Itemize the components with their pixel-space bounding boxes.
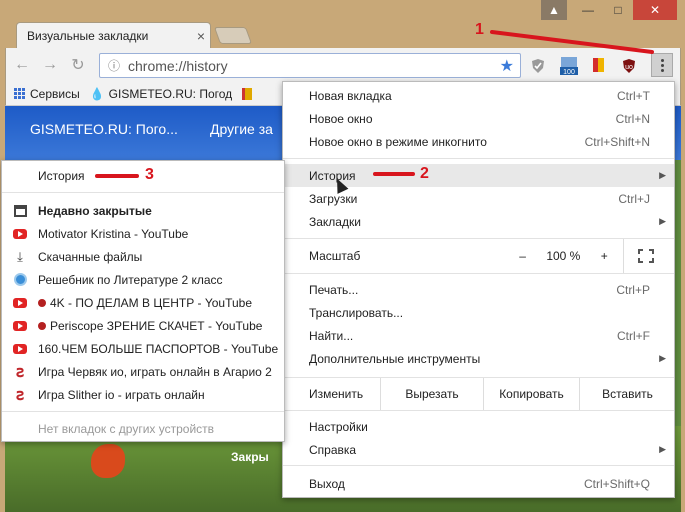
annotation-underline <box>373 172 415 176</box>
menu-item-bookmarks[interactable]: Закладки ▶ <box>283 210 674 233</box>
download-icon: ⤓ <box>17 248 23 264</box>
tab-title: Визуальные закладки <box>27 28 149 43</box>
address-bar[interactable]: ⓘ chrome://history ★ <box>99 53 521 78</box>
zoom-level: 100 % <box>546 249 581 263</box>
zoom-in-button[interactable]: + <box>601 249 608 263</box>
chrome-menu-button[interactable] <box>651 53 673 77</box>
submenu-arrow-icon: ▶ <box>659 444 666 454</box>
bookmark-flag[interactable] <box>242 87 253 100</box>
ublock-extension-icon[interactable]: uo <box>619 56 639 76</box>
menu-divider <box>2 411 284 412</box>
tab-close-icon[interactable]: × <box>192 28 210 44</box>
address-text: chrome://history <box>128 57 228 74</box>
history-list-item[interactable]: Решебник по Литературе 2 класс <box>2 268 284 291</box>
user-profile-icon[interactable]: ▲ <box>541 0 567 20</box>
flag-extension-icon[interactable] <box>589 56 609 76</box>
menu-item-more-tools[interactable]: Дополнительные инструменты ▶ <box>283 347 674 370</box>
cut-button[interactable]: Вырезать <box>380 378 483 410</box>
grid-extension-icon[interactable]: 100 <box>559 56 579 76</box>
closed-tabs-label: Закры <box>231 450 269 464</box>
history-list-item[interactable]: ⤓ Скачанные файлы <box>2 245 284 268</box>
forward-arrow-icon[interactable]: → <box>38 53 62 77</box>
bookmark-label: GISMETEO.RU: Погод <box>108 86 233 101</box>
page-info-icon[interactable]: ⓘ <box>106 58 122 74</box>
globe-icon <box>12 272 28 288</box>
browser-tab[interactable]: Визуальные закладки × <box>16 22 211 48</box>
menu-divider <box>283 158 674 159</box>
bookmark-star-icon[interactable]: ★ <box>500 56 514 76</box>
menu-item-new-tab[interactable]: Новая вкладка Ctrl+T <box>283 84 674 107</box>
history-list-item[interactable]: Motivator Kristina - YouTube <box>2 222 284 245</box>
menu-item-cast[interactable]: Транслировать... <box>283 301 674 324</box>
svg-text:uo: uo <box>625 64 633 71</box>
apps-icon <box>14 87 26 100</box>
fullscreen-button[interactable] <box>623 239 667 273</box>
menu-item-print[interactable]: Печать... Ctrl+P <box>283 278 674 301</box>
annotation-number-3: 3 <box>145 166 154 183</box>
annotation-number-2: 2 <box>420 165 429 182</box>
youtube-icon <box>12 341 28 357</box>
history-open-item[interactable]: История <box>2 164 284 187</box>
record-dot-icon <box>38 322 46 331</box>
menu-item-find[interactable]: Найти... Ctrl+F <box>283 324 674 347</box>
annotation-number-1: 1 <box>475 21 484 38</box>
banner-title[interactable]: GISMETEO.RU: Пого... <box>30 121 178 137</box>
history-list-item[interactable]: 160.ЧЕМ БОЛЬШЕ ПАСПОРТОВ - YouTube <box>2 337 284 360</box>
menu-item-settings[interactable]: Настройки <box>283 415 674 438</box>
browser-window: ▲ — □ ✕ Визуальные закладки × ← → ↻ ⓘ ch… <box>0 0 685 512</box>
youtube-icon <box>12 318 28 334</box>
zoom-controls: – 100 % + <box>509 239 618 273</box>
menu-item-exit[interactable]: Выход Ctrl+Shift+Q <box>283 472 674 495</box>
svg-text:100: 100 <box>563 69 575 76</box>
flag-icon <box>242 87 253 100</box>
bookmark-services[interactable]: Сервисы <box>14 87 80 101</box>
menu-edit-row: Изменить Вырезать Копировать Вставить <box>283 377 674 411</box>
submenu-arrow-icon: ▶ <box>659 353 666 363</box>
slither-icon: ꙅ <box>15 363 25 381</box>
maximize-button[interactable]: □ <box>603 0 633 20</box>
closed-tabs-icon <box>12 203 28 219</box>
menu-zoom-row: Масштаб – 100 % + <box>283 239 674 273</box>
bookmark-gismeteo[interactable]: 💧 GISMETEO.RU: Погод <box>90 87 232 101</box>
paste-button[interactable]: Вставить <box>579 378 675 410</box>
history-submenu: История Недавно закрытые Motivator Krist… <box>1 160 285 442</box>
submenu-arrow-icon: ▶ <box>659 170 666 180</box>
flower-image <box>91 444 125 478</box>
fullscreen-icon <box>637 249 654 263</box>
copy-button[interactable]: Копировать <box>483 378 579 410</box>
history-list-item[interactable]: ꙅ Игра Червяк ио, играть онлайн в Агарио… <box>2 360 284 383</box>
slither-icon: ꙅ <box>15 386 25 404</box>
annotation-underline <box>95 174 139 178</box>
drop-icon: 💧 <box>89 86 105 101</box>
window-controls: ▲ — □ ✕ <box>541 0 677 22</box>
bookmark-label: Сервисы <box>30 86 80 101</box>
no-tabs-message: Нет вкладок с других устройств <box>38 421 215 436</box>
annotation-arrow-line <box>490 30 654 54</box>
menu-divider <box>2 192 284 193</box>
menu-divider <box>283 465 674 466</box>
menu-item-new-window[interactable]: Новое окно Ctrl+N <box>283 107 674 130</box>
youtube-icon <box>12 295 28 311</box>
menu-item-help[interactable]: Справка ▶ <box>283 438 674 461</box>
reload-icon[interactable]: ↻ <box>66 53 90 77</box>
submenu-arrow-icon: ▶ <box>659 216 666 226</box>
record-dot-icon <box>38 299 46 308</box>
recently-closed-heading: Недавно закрытые <box>2 199 284 222</box>
youtube-icon <box>12 226 28 242</box>
menu-divider <box>283 273 674 274</box>
minimize-button[interactable]: — <box>573 0 603 20</box>
close-window-button[interactable]: ✕ <box>633 0 677 20</box>
banner-other[interactable]: Другие за <box>210 121 273 137</box>
back-arrow-icon[interactable]: ← <box>10 53 34 77</box>
edit-label: Изменить <box>309 387 364 401</box>
shield-extension-icon[interactable] <box>528 56 548 76</box>
chrome-main-menu: Новая вкладка Ctrl+T Новое окно Ctrl+N Н… <box>282 81 675 498</box>
history-list-item[interactable]: ꙅ Игра Slither io - играть онлайн <box>2 383 284 406</box>
zoom-out-button[interactable]: – <box>519 249 526 263</box>
menu-item-incognito[interactable]: Новое окно в режиме инкогнито Ctrl+Shift… <box>283 130 674 153</box>
new-tab-button[interactable] <box>213 27 253 44</box>
history-list-item[interactable]: Periscope ЗРЕНИЕ СКАЧЕТ - YouTube <box>2 314 284 337</box>
history-list-item[interactable]: 4K - ПО ДЕЛАМ В ЦЕНТР - YouTube <box>2 291 284 314</box>
